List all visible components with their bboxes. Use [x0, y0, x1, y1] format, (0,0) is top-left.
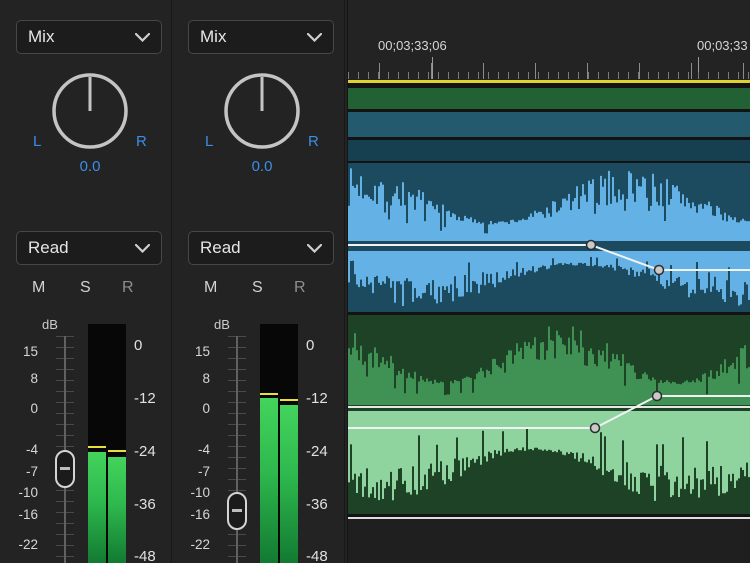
input-assignment-select[interactable]: Mix — [188, 20, 334, 54]
pan-value[interactable]: 0.0 — [45, 158, 135, 175]
audio-track-mixer: Mix L R 0.0 Read M S R dB 15 8 0 — [0, 0, 750, 563]
meter-scale-label: -12 — [134, 390, 156, 407]
level-meter-right — [108, 457, 126, 563]
level-meter — [88, 324, 126, 563]
chevron-down-icon — [307, 33, 322, 42]
volume-fader-handle[interactable] — [227, 492, 247, 530]
db-unit-label: dB — [42, 317, 58, 332]
automation-keyframe[interactable] — [653, 392, 662, 401]
meter-scale-label: -36 — [306, 496, 328, 513]
meter-scale-label: 0 — [134, 337, 142, 354]
peak-indicator — [88, 446, 106, 448]
solo-button[interactable]: S — [252, 279, 263, 297]
record-arm-button[interactable]: R — [294, 279, 306, 297]
input-assignment-select[interactable]: Mix — [16, 20, 162, 54]
automation-mode-select[interactable]: Read — [16, 231, 162, 265]
fader-scale-label: -16 — [176, 507, 210, 522]
automation-mode-select[interactable]: Read — [188, 231, 334, 265]
fader-scale-label: -10 — [176, 485, 210, 500]
fader-scale-label: 8 — [176, 371, 210, 386]
level-meter-left — [260, 398, 278, 563]
meter-scale-label: -24 — [134, 443, 156, 460]
meter-scale-label: -24 — [306, 443, 328, 460]
level-meter-right — [280, 405, 298, 563]
fader-scale-label: 8 — [4, 371, 38, 386]
clip-bar[interactable] — [348, 112, 750, 137]
automation-mode-label: Read — [200, 238, 241, 258]
fader-scale-label: 0 — [176, 401, 210, 416]
level-meter — [260, 324, 298, 563]
chevron-down-icon — [135, 244, 150, 253]
automation-keyframe[interactable] — [591, 424, 600, 433]
timecode-label: 00;03;33;06 — [378, 38, 447, 53]
pan-right-label: R — [308, 133, 319, 150]
fader-scale-label: -7 — [4, 464, 38, 479]
video-clip-bar[interactable] — [348, 88, 750, 109]
chevron-down-icon — [307, 244, 322, 253]
automation-keyframe[interactable] — [655, 266, 664, 275]
mute-button[interactable]: M — [32, 279, 45, 297]
db-unit-label: dB — [214, 317, 230, 332]
automation-keyframe[interactable] — [587, 241, 596, 250]
panel-divider — [344, 0, 345, 563]
clip-bar[interactable] — [348, 140, 750, 161]
timeline-panel: 00;03;33;06 00;03;33 — [347, 0, 750, 563]
fader-scale-label: -16 — [4, 507, 38, 522]
fader-scale-label: -7 — [176, 464, 210, 479]
solo-button[interactable]: S — [80, 279, 91, 297]
channel-strip-2: Mix L R 0.0 Read M S R dB 15 8 0 — [172, 0, 345, 563]
fader-scale-label: -10 — [4, 485, 38, 500]
meter-scale-label: -48 — [306, 548, 328, 563]
chevron-down-icon — [135, 33, 150, 42]
level-meter-left — [88, 452, 106, 563]
panel-divider — [171, 0, 172, 563]
fader-scale-label: -22 — [176, 537, 210, 552]
pan-knob[interactable] — [45, 66, 135, 156]
pan-knob[interactable] — [217, 66, 307, 156]
timecode-label: 00;03;33 — [697, 38, 748, 53]
meter-scale-label: 0 — [306, 337, 314, 354]
input-assignment-label: Mix — [200, 27, 226, 47]
pan-left-label: L — [205, 133, 213, 150]
meter-scale-label: -12 — [306, 390, 328, 407]
channel-strip-1: Mix L R 0.0 Read M S R dB 15 8 0 — [0, 0, 173, 563]
meter-scale-label: -36 — [134, 496, 156, 513]
pan-right-label: R — [136, 133, 147, 150]
audio-track-2-waveform[interactable] — [348, 315, 750, 514]
pan-value[interactable]: 0.0 — [217, 158, 307, 175]
pan-left-label: L — [33, 133, 41, 150]
zero-crossing-line — [348, 406, 750, 408]
record-arm-button[interactable]: R — [122, 279, 134, 297]
fader-scale-label: 0 — [4, 401, 38, 416]
automation-mode-label: Read — [28, 238, 69, 258]
time-ruler-minor-ticks — [348, 72, 750, 79]
fader-scale-label: 15 — [4, 344, 38, 359]
mute-button[interactable]: M — [204, 279, 217, 297]
peak-indicator — [280, 399, 298, 401]
volume-fader-handle[interactable] — [55, 450, 75, 488]
peak-indicator — [260, 393, 278, 395]
audio-track-1-waveform[interactable] — [348, 163, 750, 312]
next-track-area — [348, 519, 750, 563]
input-assignment-label: Mix — [28, 27, 54, 47]
fader-scale-label: -4 — [176, 442, 210, 457]
fader-scale-label: 15 — [176, 344, 210, 359]
meter-scale-label: -48 — [134, 548, 156, 563]
fader-scale-label: -4 — [4, 442, 38, 457]
peak-indicator — [108, 450, 126, 452]
fader-scale-label: -22 — [4, 537, 38, 552]
